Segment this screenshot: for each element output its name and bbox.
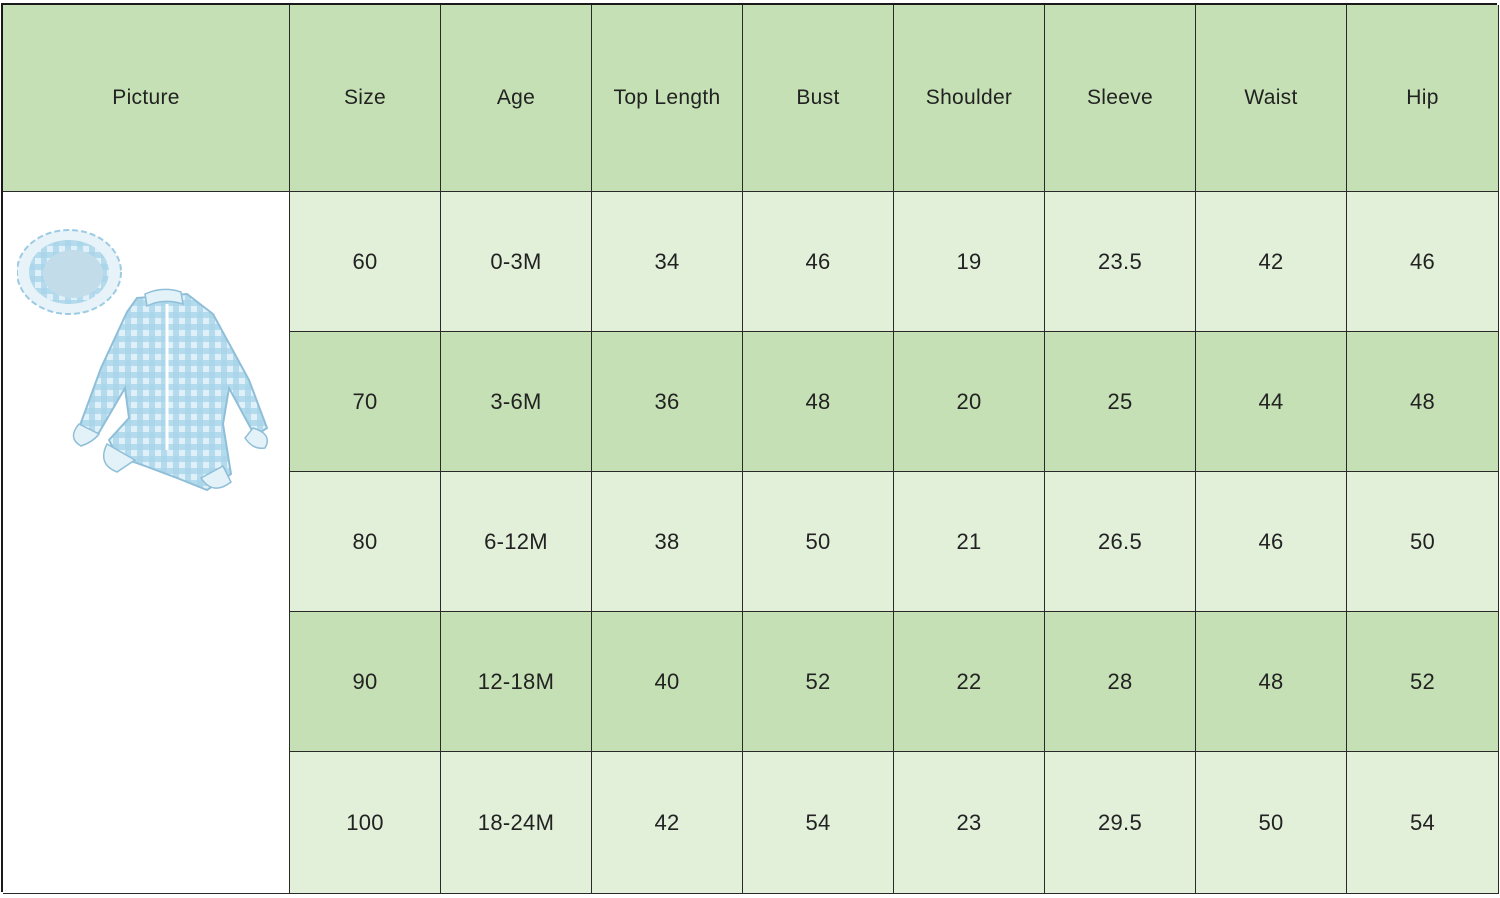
- cell-waist: 44: [1196, 332, 1347, 472]
- cell-sleeve: 28: [1045, 612, 1196, 752]
- cell-bust: 54: [743, 752, 894, 894]
- cell-bust: 46: [743, 192, 894, 332]
- header-hip: Hip: [1347, 5, 1499, 192]
- cell-hip: 48: [1347, 332, 1499, 472]
- cell-shoulder: 21: [894, 472, 1045, 612]
- cell-top-length: 42: [592, 752, 743, 894]
- cell-age: 18-24M: [441, 752, 592, 894]
- bonnet-hat-shape: [17, 229, 122, 315]
- cell-sleeve: 29.5: [1045, 752, 1196, 894]
- cell-waist: 50: [1196, 752, 1347, 894]
- cell-sleeve: 26.5: [1045, 472, 1196, 612]
- cell-age: 6-12M: [441, 472, 592, 612]
- cell-waist: 48: [1196, 612, 1347, 752]
- cell-age: 0-3M: [441, 192, 592, 332]
- cell-size: 80: [290, 472, 441, 612]
- cell-hip: 46: [1347, 192, 1499, 332]
- cell-top-length: 40: [592, 612, 743, 752]
- header-bust: Bust: [743, 5, 894, 192]
- cell-bust: 48: [743, 332, 894, 472]
- romper-shape: [72, 288, 269, 492]
- cell-shoulder: 19: [894, 192, 1045, 332]
- cell-age: 3-6M: [441, 332, 592, 472]
- header-age: Age: [441, 5, 592, 192]
- product-picture-cell: [3, 192, 290, 894]
- cell-size: 90: [290, 612, 441, 752]
- cell-shoulder: 22: [894, 612, 1045, 752]
- header-top-length: Top Length: [592, 5, 743, 192]
- cell-top-length: 36: [592, 332, 743, 472]
- cell-hip: 50: [1347, 472, 1499, 612]
- cell-hip: 52: [1347, 612, 1499, 752]
- cell-bust: 50: [743, 472, 894, 612]
- cell-top-length: 34: [592, 192, 743, 332]
- cell-size: 70: [290, 332, 441, 472]
- cell-sleeve: 25: [1045, 332, 1196, 472]
- cell-hip: 54: [1347, 752, 1499, 894]
- cell-size: 100: [290, 752, 441, 894]
- size-chart-table: Picture Size Age Top Length Bust Shoulde…: [1, 3, 1499, 894]
- header-picture: Picture: [3, 5, 290, 192]
- header-waist: Waist: [1196, 5, 1347, 192]
- header-shoulder: Shoulder: [894, 5, 1045, 192]
- cell-age: 12-18M: [441, 612, 592, 752]
- baby-swimsuit-with-hat-image: [17, 229, 269, 492]
- cell-sleeve: 23.5: [1045, 192, 1196, 332]
- cell-waist: 42: [1196, 192, 1347, 332]
- cell-bust: 52: [743, 612, 894, 752]
- cell-waist: 46: [1196, 472, 1347, 612]
- cell-shoulder: 23: [894, 752, 1045, 894]
- header-size: Size: [290, 5, 441, 192]
- cell-size: 60: [290, 192, 441, 332]
- cell-shoulder: 20: [894, 332, 1045, 472]
- header-sleeve: Sleeve: [1045, 5, 1196, 192]
- cell-top-length: 38: [592, 472, 743, 612]
